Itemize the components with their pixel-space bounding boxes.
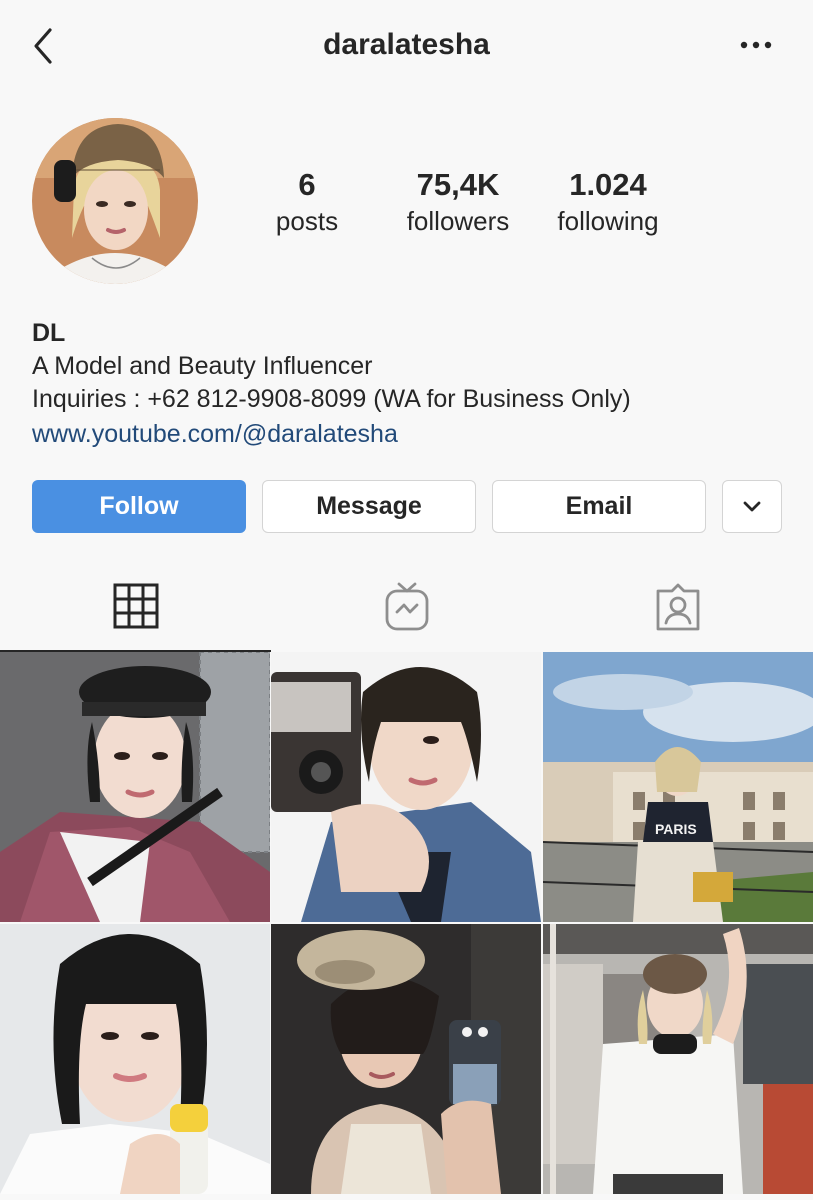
- post-thumbnail[interactable]: [271, 924, 541, 1194]
- post-thumbnail[interactable]: [271, 652, 541, 922]
- email-button[interactable]: Email: [492, 480, 706, 533]
- bio-description: A Model and Beauty Influencer: [32, 352, 373, 380]
- following-label: following: [557, 206, 659, 236]
- ellipsis-icon: [740, 41, 772, 49]
- followers-count: 75,4K: [416, 167, 500, 202]
- profile-username: daralatesha: [323, 28, 490, 61]
- igtv-icon: [385, 582, 428, 631]
- top-bar: daralatesha: [0, 0, 813, 92]
- more-options-button[interactable]: [736, 30, 776, 60]
- profile-avatar[interactable]: [32, 118, 198, 284]
- svg-text:PARIS: PARIS: [655, 821, 697, 837]
- tab-igtv[interactable]: [271, 562, 542, 652]
- following-count: 1.024: [569, 167, 647, 202]
- profile-tabs: [0, 562, 813, 652]
- follow-button[interactable]: Follow: [32, 480, 246, 533]
- followers-label: followers: [406, 206, 510, 236]
- grid-icon: [113, 583, 158, 629]
- posts-label: posts: [275, 206, 339, 236]
- profile-bio: DL A Model and Beauty Influencer Inquiri…: [32, 316, 792, 453]
- post-thumbnail[interactable]: [0, 652, 270, 922]
- stat-posts[interactable]: 6 posts: [227, 166, 387, 238]
- stat-followers[interactable]: 75,4K followers: [378, 166, 538, 238]
- post-thumbnail[interactable]: [543, 924, 813, 1194]
- post-thumbnail[interactable]: [0, 924, 270, 1194]
- suggested-accounts-button[interactable]: [722, 480, 782, 533]
- chevron-down-icon: [743, 501, 761, 511]
- stat-following[interactable]: 1.024 following: [528, 166, 688, 238]
- display-name: DL: [32, 319, 66, 347]
- post-thumbnail[interactable]: PARIS: [543, 652, 813, 922]
- posts-count: 6: [298, 167, 316, 202]
- bio-website-link[interactable]: www.youtube.com/@daralatesha: [32, 416, 792, 453]
- message-button[interactable]: Message: [262, 480, 476, 533]
- posts-grid: PARIS: [0, 652, 813, 1200]
- tab-tagged[interactable]: [542, 562, 813, 652]
- tab-posts-grid[interactable]: [0, 562, 271, 652]
- tagged-icon: [656, 583, 699, 631]
- bio-contact: Inquiries : +62 812-9908-8099 (WA for Bu…: [32, 385, 631, 413]
